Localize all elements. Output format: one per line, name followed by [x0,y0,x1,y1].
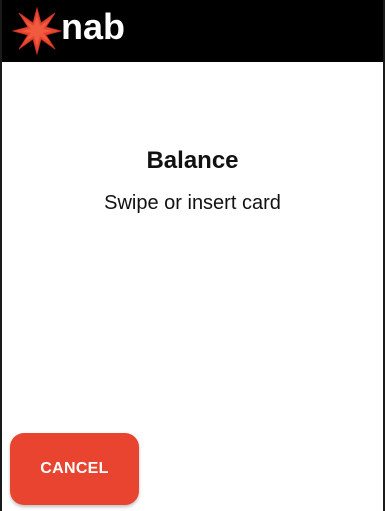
terminal-screen: nab Balance Swipe or insert card CANCEL [0,0,385,511]
brand-logo-text: nab [61,6,126,47]
card-instruction: Swipe or insert card [104,192,281,214]
nab-star-icon [12,6,62,56]
page-title: Balance [146,147,239,174]
cancel-button[interactable]: CANCEL [10,433,139,505]
brand-header: nab [2,0,383,62]
